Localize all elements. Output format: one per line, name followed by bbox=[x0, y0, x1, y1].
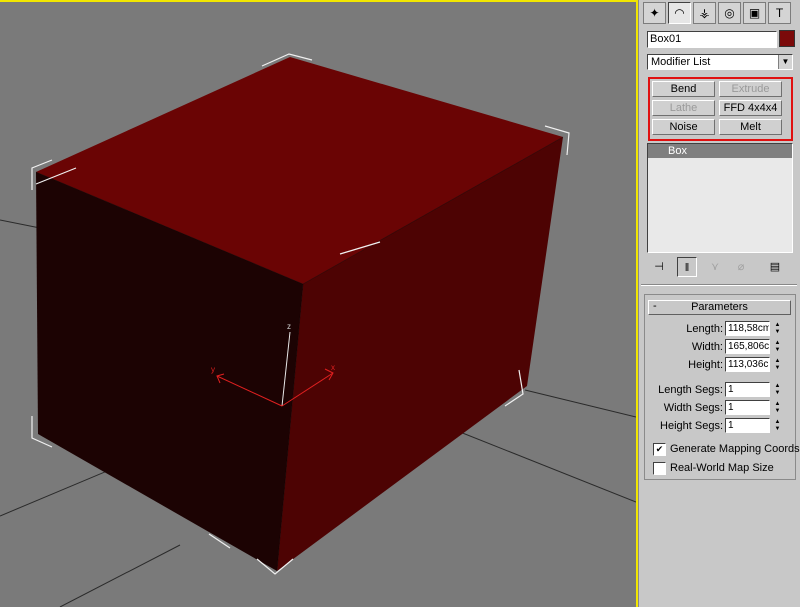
chevron-down-icon[interactable]: ▼ bbox=[778, 55, 792, 69]
object-name-field[interactable]: Box01 bbox=[647, 31, 777, 48]
generate-mapping-label: Generate Mapping Coords. bbox=[670, 443, 800, 455]
hierarchy-tab-icon[interactable]: ⚶ bbox=[693, 2, 716, 24]
checkmark-icon[interactable]: ✔ bbox=[653, 443, 666, 456]
length-segs-label: Length Segs: bbox=[658, 384, 723, 396]
length-input[interactable]: 118,58cm bbox=[725, 321, 770, 336]
length-segs-row: Length Segs: 1 ▲ ▼ bbox=[645, 382, 795, 398]
motion-tab-icon[interactable]: ◎ bbox=[718, 2, 741, 24]
height-row: Height: 113,036cm ▲▼ bbox=[645, 357, 795, 373]
height-segs-label: Height Segs: bbox=[660, 420, 723, 432]
modifier-list-dropdown[interactable]: Modifier List ▼ bbox=[647, 54, 793, 70]
command-panel: ✦ ◠ ⚶ ◎ ▣ T Box01 Modifier List ▼ Bend E… bbox=[638, 0, 800, 607]
width-segs-label: Width Segs: bbox=[663, 402, 723, 414]
command-panel-tabs: ✦ ◠ ⚶ ◎ ▣ T bbox=[643, 2, 795, 26]
length-segs-input[interactable]: 1 bbox=[725, 382, 770, 397]
width-row: Width: 165,806cm ▲▼ bbox=[645, 339, 795, 355]
lathe-button[interactable]: Lathe bbox=[652, 100, 715, 116]
parameters-rollout: - Parameters Length: 118,58cm ▲ ▼ Width: … bbox=[644, 294, 800, 480]
noise-button[interactable]: Noise bbox=[652, 119, 715, 135]
extrude-button[interactable]: Extrude bbox=[719, 81, 782, 97]
real-world-map-size-checkbox[interactable]: Real-World Map Size bbox=[653, 461, 800, 477]
height-label: Height: bbox=[688, 359, 723, 371]
object-color-swatch[interactable] bbox=[779, 30, 795, 47]
gizmo-x-label: x bbox=[331, 363, 335, 372]
melt-button[interactable]: Melt bbox=[719, 119, 782, 135]
perspective-viewport[interactable]: z y x bbox=[0, 0, 638, 607]
modifier-list-label: Modifier List bbox=[651, 56, 711, 68]
modify-tab-icon[interactable]: ◠ bbox=[668, 2, 691, 24]
length-label: Length: bbox=[686, 323, 723, 335]
length-row: Length: 118,58cm ▲ ▼ bbox=[645, 321, 795, 337]
parameters-rollout-header[interactable]: - Parameters bbox=[648, 300, 791, 315]
stack-item-box[interactable]: Box bbox=[648, 144, 792, 158]
gizmo-z-label: z bbox=[287, 322, 291, 331]
create-tab-icon[interactable]: ✦ bbox=[643, 2, 666, 24]
collapse-icon: - bbox=[653, 300, 657, 312]
stack-toolbar: ⊣ ‖ ⋎ ⌀ ▤ bbox=[647, 257, 795, 279]
utilities-tab-icon[interactable]: T bbox=[768, 2, 791, 24]
width-segs-input[interactable]: 1 bbox=[725, 400, 770, 415]
height-spinner-icon[interactable]: ▲ ▼ bbox=[773, 358, 782, 372]
width-segs-spinner-icon[interactable]: ▲ ▼ bbox=[773, 401, 782, 415]
remove-modifier-icon[interactable]: ⌀ bbox=[731, 257, 751, 277]
modifier-buttons-group: Bend Extrude Lathe FFD 4x4x4 Noise Melt bbox=[648, 77, 793, 141]
real-world-map-size-label: Real-World Map Size bbox=[670, 462, 774, 474]
viewport-scene[interactable]: z y x bbox=[0, 2, 636, 607]
configure-sets-icon[interactable]: ▤ bbox=[765, 257, 785, 277]
gizmo-y-label: y bbox=[211, 365, 215, 374]
show-end-result-icon[interactable]: ‖ bbox=[677, 257, 697, 277]
display-tab-icon[interactable]: ▣ bbox=[743, 2, 766, 24]
generate-mapping-checkbox[interactable]: ✔ Generate Mapping Coords. bbox=[653, 442, 800, 458]
width-input[interactable]: 165,806cm bbox=[725, 339, 770, 354]
height-segs-input[interactable]: 1 bbox=[725, 418, 770, 433]
height-segs-spinner-icon[interactable]: ▲ ▼ bbox=[773, 419, 782, 433]
height-input[interactable]: 113,036cm bbox=[725, 357, 770, 372]
make-unique-icon[interactable]: ⋎ bbox=[705, 257, 725, 277]
parameters-title: Parameters bbox=[691, 301, 748, 313]
height-segs-row: Height Segs: 1 ▲ ▼ bbox=[645, 418, 795, 434]
pin-stack-icon[interactable]: ⊣ bbox=[649, 257, 669, 277]
ffd-4x4x4-button[interactable]: FFD 4x4x4 bbox=[719, 100, 782, 116]
length-segs-spinner-icon[interactable]: ▲ ▼ bbox=[773, 383, 782, 397]
width-label: Width: bbox=[691, 341, 723, 353]
checkbox-empty-icon[interactable] bbox=[653, 462, 666, 475]
bend-button[interactable]: Bend bbox=[652, 81, 715, 97]
divider bbox=[641, 284, 797, 286]
width-segs-row: Width Segs: 1 ▲ ▼ bbox=[645, 400, 795, 416]
length-spinner-icon[interactable]: ▲ ▼ bbox=[773, 322, 782, 336]
modifier-stack-list[interactable]: Box bbox=[647, 143, 793, 253]
width-spinner-icon[interactable]: ▲ ▼ bbox=[773, 340, 782, 354]
